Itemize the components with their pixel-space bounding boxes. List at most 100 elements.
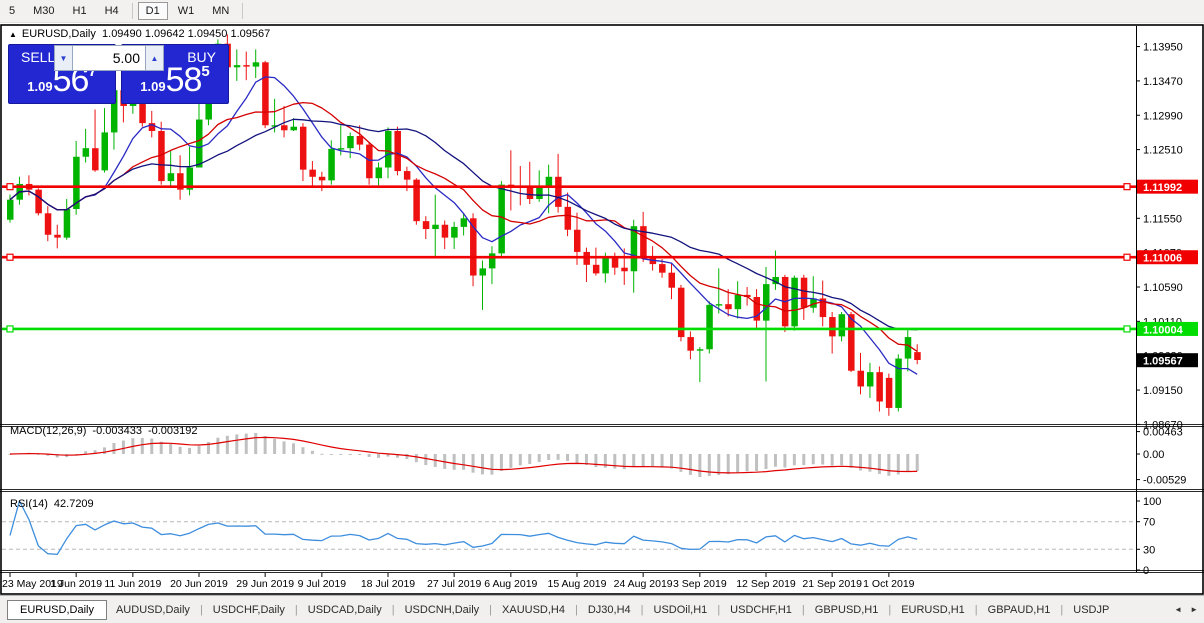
macd-bar: [499, 454, 503, 471]
chart-ohlc-values: 1.09490 1.09642 1.09450 1.09567: [102, 28, 271, 40]
chart-tab-xauusd-h4[interactable]: XAUUSD,H4: [493, 601, 574, 619]
macd-bar: [575, 454, 579, 463]
macd-axis-label: 0.00: [1143, 449, 1164, 461]
macd-bar: [726, 454, 730, 475]
macd-bar: [641, 454, 645, 467]
candle-body: [92, 148, 99, 171]
line-drag-handle[interactable]: [6, 253, 14, 261]
macd-bar: [556, 454, 560, 460]
volume-stepper: ▼ 5.00 ▲: [54, 45, 164, 71]
chart-tab-usdcnh-daily[interactable]: USDCNH,Daily: [396, 601, 489, 619]
candle-body: [403, 171, 411, 180]
chart-title: ▲ EURUSD,Daily 1.09490 1.09642 1.09450 1.…: [9, 28, 270, 40]
rsi-axis-label: 30: [1143, 544, 1155, 556]
chart-tab-gbpaud-h1[interactable]: GBPAUD,H1: [979, 601, 1060, 619]
macd-bar: [244, 433, 248, 454]
candle-body: [914, 352, 921, 360]
chart-tab-eurusd-daily[interactable]: EURUSD,Daily: [7, 599, 107, 620]
chart-tab-usdjp[interactable]: USDJP: [1064, 601, 1118, 619]
macd-bar: [282, 441, 286, 454]
macd-bar: [188, 447, 192, 454]
chart-tab-usdchf-daily[interactable]: USDCHF,Daily: [204, 601, 294, 619]
candle-body: [763, 284, 770, 321]
macd-bar: [887, 454, 891, 476]
date-axis-label: 11 Jun 2019: [104, 578, 161, 590]
tab-scroll-left-icon[interactable]: ◄: [1174, 605, 1182, 614]
timeframe-button-d1[interactable]: D1: [137, 2, 168, 20]
candle-body: [829, 317, 836, 337]
timeframe-button-w1[interactable]: W1: [170, 2, 203, 20]
chart-tab-dj30-h4[interactable]: DJ30,H4: [579, 601, 640, 619]
macd-bar: [235, 434, 239, 454]
price-axis-label: 1.11550: [1143, 213, 1182, 225]
macd-bar: [811, 454, 815, 465]
macd-bar: [310, 450, 314, 454]
price-axis-label: 1.09150: [1143, 385, 1183, 397]
volume-input[interactable]: 5.00: [73, 45, 145, 71]
chart-tab-usdchf-h1[interactable]: USDCHF,H1: [721, 601, 801, 619]
macd-bar: [802, 454, 806, 466]
macd-bar: [377, 454, 381, 458]
rsi-indicator-label: RSI(14) 42.7209: [10, 498, 100, 510]
candle-body: [243, 65, 250, 67]
chart-tab-usdoil-h1[interactable]: USDOil,H1: [645, 601, 717, 619]
candle-body: [460, 218, 468, 227]
buy-price-sup: 5: [201, 63, 210, 80]
line-drag-handle[interactable]: [1123, 253, 1131, 261]
candle-body: [488, 253, 496, 269]
rsi-axis-label: 70: [1143, 517, 1155, 529]
macd-bar: [594, 454, 598, 468]
macd-bar: [348, 454, 352, 455]
candle-body: [621, 267, 628, 272]
candle-body: [592, 264, 600, 274]
candle-body: [555, 176, 562, 207]
candle-body: [441, 224, 449, 238]
macd-bar: [821, 454, 825, 465]
macd-bar: [490, 454, 494, 475]
chart-tab-usdcad-daily[interactable]: USDCAD,Daily: [299, 601, 391, 619]
macd-bar: [528, 454, 532, 464]
date-axis-label: 1 Oct 2019: [863, 578, 915, 590]
macd-bar: [745, 454, 749, 472]
chart-symbol-label: EURUSD,Daily: [21, 28, 96, 40]
macd-name: MACD(12,26,9): [10, 425, 87, 437]
date-axis-label: 21 Sep 2019: [802, 578, 862, 590]
macd-bar: [830, 454, 834, 466]
line-drag-handle[interactable]: [6, 325, 14, 333]
chart-tab-gbpusd-h1[interactable]: GBPUSD,H1: [806, 601, 888, 619]
collapse-icon[interactable]: ▲: [9, 30, 17, 39]
chart-tab-audusd-daily[interactable]: AUDUSD,Daily: [107, 601, 199, 619]
macd-bar: [329, 454, 333, 455]
timeframe-button-h4[interactable]: H4: [97, 2, 127, 20]
candle-body: [885, 377, 893, 408]
buy-price-main: 58: [165, 61, 203, 99]
macd-bar: [651, 454, 655, 468]
candle-body: [659, 264, 666, 273]
candle-body: [101, 132, 108, 171]
line-drag-handle[interactable]: [1123, 183, 1131, 191]
chart-canvas[interactable]: 1.139501.134701.129901.125101.120301.115…: [0, 24, 1204, 595]
chart-tab-eurusd-h1[interactable]: EURUSD,H1: [892, 601, 974, 619]
candle-body: [337, 148, 345, 150]
macd-bar: [566, 454, 570, 461]
price-axis-label: 1.13950: [1143, 42, 1183, 54]
candle-body: [526, 186, 534, 199]
candle-body: [63, 208, 71, 238]
candle-body: [281, 125, 288, 131]
timeframe-button-h1[interactable]: H1: [65, 2, 95, 20]
price-tag-label: 1.11992: [1143, 182, 1182, 194]
candle-body: [233, 65, 241, 68]
tab-scroll-right-icon[interactable]: ►: [1190, 605, 1198, 614]
line-drag-handle[interactable]: [1123, 325, 1131, 333]
macd-bar: [660, 454, 664, 468]
candle-body: [876, 372, 883, 402]
candle-body: [479, 268, 486, 276]
timeframe-button-mn[interactable]: MN: [204, 2, 237, 20]
timeframe-button-m30[interactable]: M30: [25, 2, 62, 20]
volume-increase-button[interactable]: ▲: [145, 45, 164, 71]
volume-decrease-button[interactable]: ▼: [54, 45, 73, 71]
date-axis-label: 3 Sep 2019: [673, 578, 727, 590]
candle-body: [734, 294, 742, 310]
line-drag-handle[interactable]: [6, 183, 14, 191]
timeframe-button-5[interactable]: 5: [1, 2, 23, 20]
